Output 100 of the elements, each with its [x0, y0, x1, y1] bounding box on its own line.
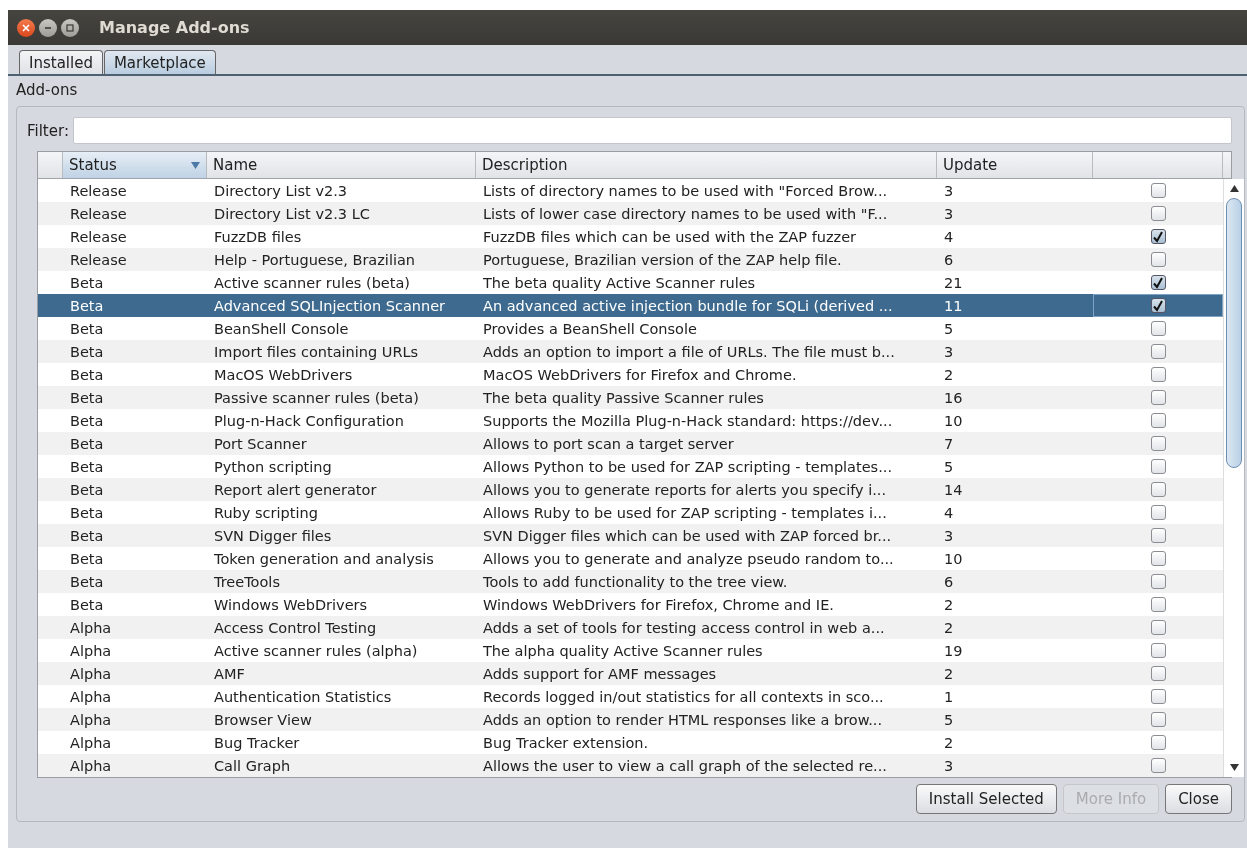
table-row[interactable]: Release Directory List v2.3 LC Lists of lower case directory names to be used with "F... 3: [38, 202, 1223, 225]
table-row[interactable]: Beta Port Scanner Allows to port scan a target server 7: [38, 432, 1223, 455]
table-cell-text: 4: [943, 504, 955, 521]
table-cell-text: SVN Digger files: [213, 527, 333, 544]
table-cell-text: 2: [943, 366, 955, 383]
table-cell-text: Alpha: [69, 619, 113, 636]
close-icon[interactable]: [17, 18, 35, 37]
scroll-up-icon[interactable]: [1229, 185, 1239, 192]
checkbox[interactable]: [1150, 229, 1166, 244]
table-cell-text: Import files containing URLs: [213, 343, 420, 360]
scroll-down-icon[interactable]: [1229, 764, 1239, 771]
maximize-icon[interactable]: [61, 18, 79, 37]
tab[interactable]: Marketplace: [103, 50, 216, 74]
checkbox[interactable]: [1150, 620, 1166, 635]
table-cell-text: Beta: [69, 343, 105, 360]
table-cell-text: Bug Tracker: [213, 734, 301, 751]
table-cell-text: 2: [943, 619, 955, 636]
table-row[interactable]: Beta Import files containing URLs Adds an option to import a file of URLs. The file must b... 3: [38, 340, 1223, 363]
table-row[interactable]: Alpha AMF Adds support for AMF messages 2: [38, 662, 1223, 685]
table-cell-text: AMF: [213, 665, 246, 682]
table-cell-text: 6: [943, 251, 955, 268]
table-cell-text: Allows you to generate and analyze pseudo random to...: [482, 550, 895, 567]
filter-label: Filter:: [27, 121, 69, 140]
table-cell-text: BeanShell Console: [213, 320, 350, 337]
table-cell-text: Active scanner rules (alpha): [213, 642, 419, 659]
checkbox[interactable]: [1150, 574, 1166, 589]
table-cell-text: MacOS WebDrivers for Firefox and Chrome.: [482, 366, 798, 383]
checkbox[interactable]: [1150, 183, 1166, 198]
table-row[interactable]: Beta Passive scanner rules (beta) The beta quality Passive Scanner rules 16: [38, 386, 1223, 409]
table-cell-text: SVN Digger files which can be used with ZAP forced br...: [482, 527, 893, 544]
dialog-button[interactable]: Install Selected: [915, 784, 1057, 814]
column-header[interactable]: Status: [63, 152, 207, 178]
table-cell-text: 4: [943, 228, 955, 245]
table-cell-text: 3: [943, 757, 955, 774]
table-row[interactable]: Alpha Access Control Testing Adds a set of tools for testing access control in web a... 2: [38, 616, 1223, 639]
table-cell-text: Windows WebDrivers: [213, 596, 369, 613]
checkbox[interactable]: [1150, 735, 1166, 750]
minimize-icon[interactable]: [39, 18, 57, 37]
table-cell-text: Alpha: [69, 688, 113, 705]
table-cell-text: Allows Ruby to be used for ZAP scripting - templates i...: [482, 504, 888, 521]
checkbox[interactable]: [1150, 482, 1166, 497]
table-cell-text: Release: [69, 182, 128, 199]
tab[interactable]: Installed: [19, 50, 103, 74]
checkbox[interactable]: [1150, 206, 1166, 221]
checkbox[interactable]: [1150, 298, 1166, 313]
checkbox[interactable]: [1150, 344, 1166, 359]
table-cell-text: 16: [943, 389, 964, 406]
table-cell-text: Token generation and analysis: [213, 550, 435, 567]
table-row[interactable]: Alpha Call Graph Allows the user to view a call graph of the selected re... 3: [38, 754, 1223, 777]
table-cell-text: Records logged in/out statistics for all contexts in sco...: [482, 688, 885, 705]
table-cell-text: Allows you to generate reports for alerts you specify i...: [482, 481, 888, 498]
table-cell-text: 2: [943, 734, 955, 751]
checkbox[interactable]: [1150, 459, 1166, 474]
table-cell-text: Alpha: [69, 665, 113, 682]
scrollbar[interactable]: [1223, 179, 1244, 777]
table-cell-text: 6: [943, 573, 955, 590]
checkbox[interactable]: [1150, 689, 1166, 704]
table-cell-text: 2: [943, 596, 955, 613]
checkbox[interactable]: [1150, 390, 1166, 405]
table-cell-text: 3: [943, 343, 955, 360]
column-header[interactable]: Update: [937, 152, 1093, 178]
table-cell-text: Alpha: [69, 642, 113, 659]
column-header[interactable]: Name: [207, 152, 476, 178]
checkbox[interactable]: [1150, 712, 1166, 727]
table-row[interactable]: Beta Report alert generator Allows you to generate reports for alerts you specify i... 14: [38, 478, 1223, 501]
table-row[interactable]: Beta SVN Digger files SVN Digger files which can be used with ZAP forced br... 3: [38, 524, 1223, 547]
table-cell-text: Alpha: [69, 711, 113, 728]
table-cell-text: Active scanner rules (beta): [213, 274, 412, 291]
table-cell-text: 19: [943, 642, 964, 659]
dialog-button[interactable]: Close: [1165, 784, 1232, 814]
checkbox[interactable]: [1150, 413, 1166, 428]
table-row[interactable]: Release Help - Portuguese, Brazilian Portuguese, Brazilian version of the ZAP help file. 6: [38, 248, 1223, 271]
table-cell-text: Beta: [69, 481, 105, 498]
table-cell-text: Advanced SQLInjection Scanner: [213, 297, 447, 314]
checkbox[interactable]: [1150, 505, 1166, 520]
table-cell-text: 14: [943, 481, 964, 498]
checkbox[interactable]: [1150, 666, 1166, 681]
table-cell-text: Beta: [69, 596, 105, 613]
table-cell-text: Report alert generator: [213, 481, 378, 498]
checkbox[interactable]: [1150, 551, 1166, 566]
checkbox[interactable]: [1150, 597, 1166, 612]
checkbox[interactable]: [1150, 436, 1166, 451]
checkbox[interactable]: [1150, 252, 1166, 267]
checkbox[interactable]: [1150, 643, 1166, 658]
checkbox[interactable]: [1150, 275, 1166, 290]
checkbox[interactable]: [1150, 758, 1166, 773]
table-cell-text: Alpha: [69, 757, 113, 774]
table-row[interactable]: Beta TreeTools Tools to add functionality to the tree view. 6: [38, 570, 1223, 593]
column-header[interactable]: Description: [476, 152, 937, 178]
checkbox[interactable]: [1150, 367, 1166, 382]
table-cell-text: 3: [943, 527, 955, 544]
table-cell-text: Alpha: [69, 734, 113, 751]
table-cell-text: 3: [943, 182, 955, 199]
table-row[interactable]: Beta Advanced SQLInjection Scanner An advanced active injection bundle for SQLi (derived ... 11: [38, 294, 1223, 317]
scroll-thumb[interactable]: [1226, 198, 1242, 468]
table-cell-text: Adds support for AMF messages: [482, 665, 718, 682]
checkbox[interactable]: [1150, 321, 1166, 336]
table-row[interactable]: Alpha Browser View Adds an option to render HTML responses like a brow... 5: [38, 708, 1223, 731]
checkbox[interactable]: [1150, 528, 1166, 543]
filter-field[interactable]: [72, 117, 1232, 144]
